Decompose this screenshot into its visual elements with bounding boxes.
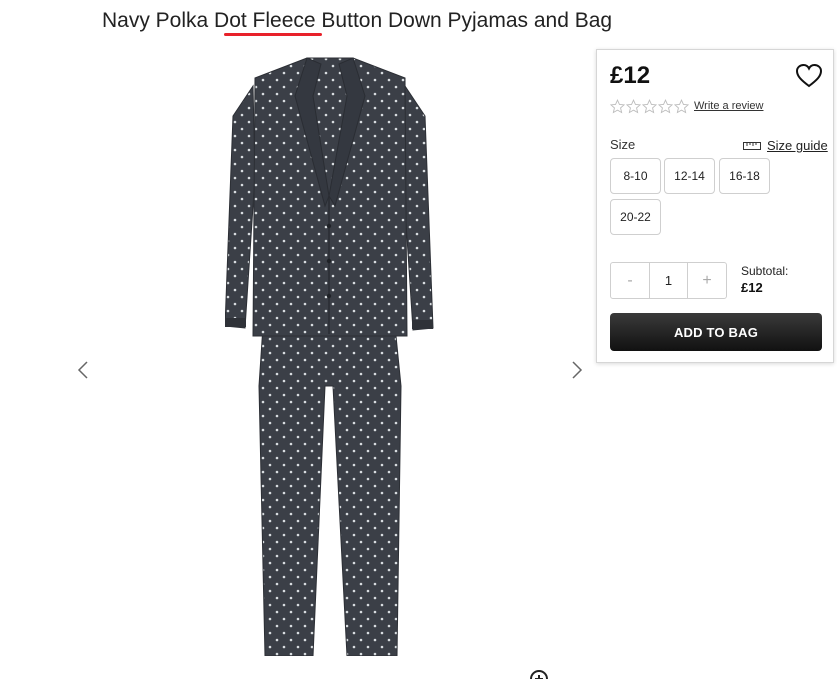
size-option[interactable]: 8-10 — [610, 158, 661, 194]
rating-stars — [610, 99, 689, 114]
product-title: Navy Polka Dot Fleece Button Down Pyjama… — [102, 9, 613, 32]
spellcheck-underline — [224, 33, 322, 36]
ruler-icon — [743, 141, 761, 150]
quantity-decrement-button[interactable]: - — [611, 263, 649, 298]
star-icon — [610, 99, 625, 114]
product-page: Navy Polka Dot Fleece Button Down Pyjama… — [0, 0, 837, 679]
quantity-increment-button[interactable]: + — [688, 263, 726, 298]
subtotal-value: £12 — [741, 280, 763, 295]
chevron-right-icon[interactable] — [564, 358, 588, 382]
quantity-input[interactable]: 1 — [649, 263, 688, 298]
subtotal-label: Subtotal: — [741, 264, 789, 278]
star-icon — [658, 99, 673, 114]
heart-icon[interactable] — [795, 63, 823, 89]
product-gallery — [60, 48, 596, 679]
star-icon — [674, 99, 689, 114]
star-icon — [642, 99, 657, 114]
size-guide-label: Size guide — [767, 138, 828, 153]
chevron-left-icon[interactable] — [72, 358, 96, 382]
size-option[interactable]: 20-22 — [610, 199, 661, 235]
add-to-bag-button[interactable]: ADD TO BAG — [610, 313, 822, 351]
size-guide-link[interactable]: Size guide — [743, 138, 828, 153]
product-image — [225, 57, 434, 656]
zoom-icon[interactable] — [528, 668, 550, 679]
star-icon — [626, 99, 641, 114]
size-option[interactable]: 12-14 — [664, 158, 715, 194]
purchase-panel: £12 Write a review Size Size guide 8-10 … — [596, 49, 834, 363]
size-option[interactable]: 16-18 — [719, 158, 770, 194]
size-label: Size — [610, 137, 636, 152]
price: £12 — [610, 62, 651, 89]
write-review-link[interactable]: Write a review — [694, 100, 763, 112]
quantity-stepper: - 1 + — [610, 262, 727, 299]
